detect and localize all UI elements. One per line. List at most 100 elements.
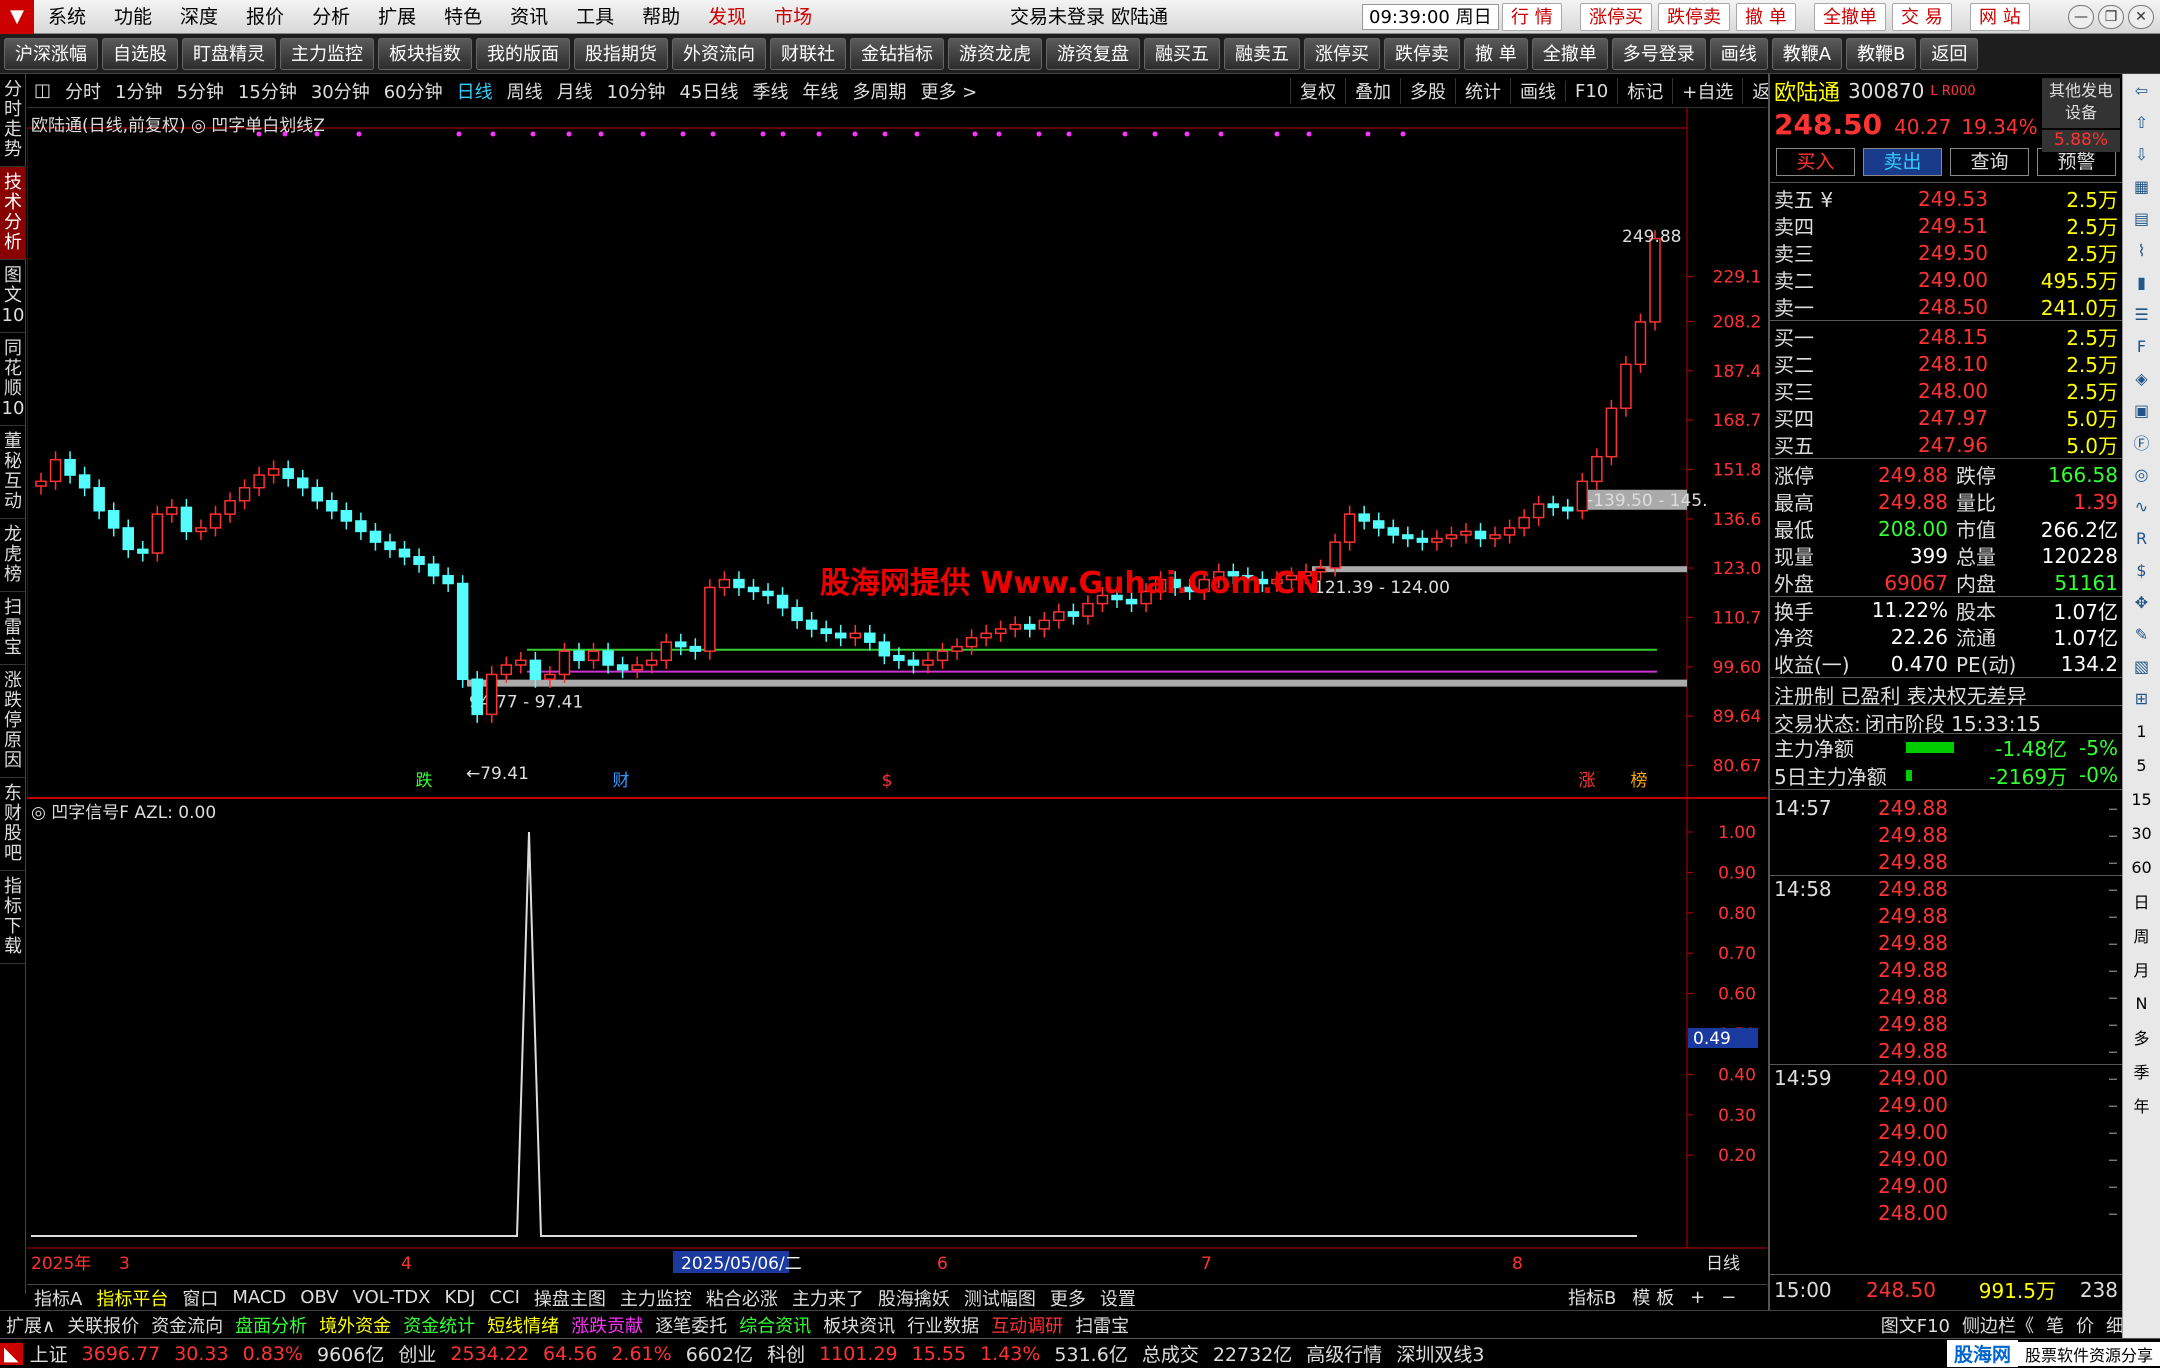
func-right-1[interactable]: 侧边栏《 (1956, 1312, 2040, 1338)
period-14[interactable]: 更多 > (913, 78, 984, 104)
chart-op-6[interactable]: 标记 (1617, 78, 1672, 104)
panel-toggle-icon[interactable]: ◫ (27, 80, 58, 101)
func-11[interactable]: 行业数据 (901, 1312, 985, 1338)
menu-item-5[interactable]: 扩展 (364, 0, 430, 34)
target-icon[interactable]: ◎ (2123, 458, 2160, 490)
chart-icon[interactable]: ▦ (2123, 170, 2160, 202)
chart-area[interactable]: 229.1 208.2 187.4 168.7 151.8 136.6 123.0 110.7… (27, 108, 1767, 1294)
func-13[interactable]: 扫雷宝 (1069, 1312, 1135, 1338)
toolbar-btn-1[interactable]: 自选股 (102, 37, 178, 70)
left-tab-8[interactable]: 东财股吧 (0, 778, 26, 871)
list-icon[interactable]: ☰ (2123, 298, 2160, 330)
indicator-11[interactable]: 主力来了 (785, 1285, 871, 1311)
menu-market[interactable]: 市场 (760, 0, 826, 34)
left-tab-3[interactable]: 同花顺10 (0, 333, 26, 426)
indicator-right-0[interactable]: 指标B (1560, 1284, 1624, 1310)
export-icon[interactable]: ⊞ (2123, 682, 2160, 714)
period-11[interactable]: 季线 (745, 78, 795, 104)
nav-left-icon[interactable]: ⇦ (2123, 74, 2160, 106)
toolbar-btn-14[interactable]: 涨停买 (1304, 37, 1380, 70)
toolbar-btn-11[interactable]: 游资复盘 (1046, 37, 1140, 70)
indicator-10[interactable]: 粘合必涨 (699, 1285, 785, 1311)
func-3[interactable]: 盘面分析 (229, 1312, 313, 1338)
toolbar-btn-3[interactable]: 主力监控 (280, 37, 374, 70)
indicator-0[interactable]: 指标A (27, 1285, 89, 1311)
indicator-right-1[interactable]: 模 板 (1624, 1284, 1682, 1310)
period-3[interactable]: 15分钟 (231, 78, 304, 104)
sidebar-period-2[interactable]: 15 (2123, 782, 2160, 816)
quick-btn-3[interactable]: 撤 单 (1736, 3, 1796, 31)
func-2[interactable]: 资金流向 (145, 1312, 229, 1338)
toolbar-btn-15[interactable]: 跌停卖 (1384, 37, 1460, 70)
toolbar-btn-2[interactable]: 盯盘精灵 (182, 37, 276, 70)
toolbar-btn-17[interactable]: 全撤单 (1531, 37, 1608, 70)
func-12[interactable]: 互动调研 (985, 1312, 1069, 1338)
func-10[interactable]: 板块资讯 (817, 1312, 901, 1338)
move-icon[interactable]: ✥ (2123, 586, 2160, 618)
chart-op-0[interactable]: 复权 (1290, 78, 1345, 104)
cy-label[interactable]: 创业 (391, 1340, 443, 1367)
sell-button[interactable]: 卖出 (1863, 148, 1942, 176)
line-icon[interactable]: ⌇ (2123, 234, 2160, 266)
left-tab-5[interactable]: 龙虎榜 (0, 519, 26, 592)
period-1[interactable]: 1分钟 (108, 78, 169, 104)
nav-up-icon[interactable]: ⇧ (2123, 106, 2160, 138)
indicator-12[interactable]: 股海擒妖 (871, 1285, 957, 1311)
indicator-8[interactable]: 操盘主图 (527, 1285, 613, 1311)
chart-op-7[interactable]: +自选 (1672, 78, 1742, 104)
indicator-4[interactable]: OBV (293, 1287, 345, 1308)
func-1[interactable]: 关联报价 (61, 1312, 145, 1338)
calendar-icon[interactable]: ▣ (2123, 394, 2160, 426)
func-5[interactable]: 资金统计 (397, 1312, 481, 1338)
alert-button[interactable]: 预警 (2037, 148, 2116, 176)
func-0[interactable]: 扩展∧ (0, 1312, 61, 1338)
chart-op-4[interactable]: 画线 (1510, 78, 1565, 104)
restore-icon[interactable]: ❐ (2098, 5, 2124, 29)
quick-btn-0[interactable]: 行 情 (1502, 3, 1562, 31)
nav-down-icon[interactable]: ⇩ (2123, 138, 2160, 170)
toolbar-btn-18[interactable]: 多号登录 (1611, 37, 1706, 70)
indicator-1[interactable]: 指标平台 (89, 1285, 175, 1311)
toolbar-btn-4[interactable]: 板块指数 (378, 37, 472, 70)
candle-icon[interactable]: ▮ (2123, 266, 2160, 298)
indicator-5[interactable]: VOL-TDX (346, 1287, 438, 1308)
func-6[interactable]: 短线情绪 (481, 1312, 565, 1338)
sidebar-period-3[interactable]: 30 (2123, 816, 2160, 850)
menu-item-8[interactable]: 工具 (562, 0, 628, 34)
chart-op-5[interactable]: F10 (1565, 80, 1617, 102)
toolbar-btn-16[interactable]: 撤 单 (1464, 37, 1528, 70)
toolbar-btn-9[interactable]: 金钻指标 (850, 37, 944, 70)
toolbar-btn-7[interactable]: 外资流向 (672, 37, 766, 70)
left-tab-1[interactable]: 技术分析 (0, 167, 26, 260)
left-tab-9[interactable]: 指标下载 (0, 871, 26, 964)
table-icon[interactable]: ▤ (2123, 202, 2160, 234)
sidebar-period-9[interactable]: 多 (2123, 1020, 2160, 1054)
left-tab-6[interactable]: 扫雷宝 (0, 592, 26, 665)
minimize-icon[interactable]: — (2068, 5, 2094, 29)
sidebar-period-1[interactable]: 5 (2123, 748, 2160, 782)
tick-list[interactable]: 14:57 249.88–249.88–249.88–14:58 249.88–24… (1770, 789, 2122, 1226)
func-right-0[interactable]: 图文F10 (1875, 1312, 1956, 1338)
toolbar-btn-22[interactable]: 返回 (1920, 37, 1979, 70)
map-icon[interactable]: ◈ (2123, 362, 2160, 394)
period-6[interactable]: 日线 (450, 78, 500, 104)
chart-op-2[interactable]: 多股 (1400, 78, 1455, 104)
f12-icon[interactable]: Ⓕ (2123, 426, 2160, 458)
sidebar-period-10[interactable]: 季 (2123, 1054, 2160, 1088)
period-9[interactable]: 10分钟 (600, 78, 673, 104)
menu-item-7[interactable]: 资讯 (496, 0, 562, 34)
toolbar-btn-20[interactable]: 教鞭A (1771, 37, 1843, 70)
chart-op-1[interactable]: 叠加 (1345, 78, 1400, 104)
sidebar-period-6[interactable]: 周 (2123, 918, 2160, 952)
func-right-2[interactable]: 笔 (2040, 1312, 2070, 1338)
industry-badge[interactable]: 其他发电设备 (2042, 78, 2120, 128)
period-2[interactable]: 5分钟 (169, 78, 230, 104)
menu-item-2[interactable]: 深度 (166, 0, 232, 34)
menu-item-4[interactable]: 分析 (298, 0, 364, 34)
indicator-right-3[interactable]: − (1713, 1287, 1744, 1308)
toolbar-btn-5[interactable]: 我的版面 (476, 37, 570, 70)
indicator-2[interactable]: 窗口 (175, 1285, 225, 1311)
indicator-13[interactable]: 测试幅图 (957, 1285, 1043, 1311)
quick-btn-2[interactable]: 跌停卖 (1658, 3, 1730, 31)
toolbar-btn-10[interactable]: 游资龙虎 (948, 37, 1042, 70)
